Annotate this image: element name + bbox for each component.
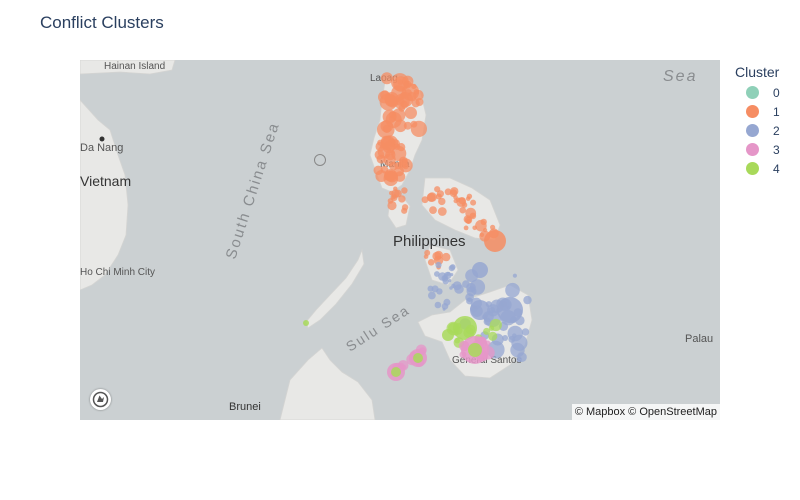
conflict-point xyxy=(410,120,418,128)
conflict-point xyxy=(434,250,444,260)
conflict-point xyxy=(466,286,477,297)
conflict-point xyxy=(427,192,437,202)
conflict-point xyxy=(466,193,473,199)
conflict-point xyxy=(449,264,456,270)
conflict-point xyxy=(378,90,391,104)
conflict-point xyxy=(470,199,477,206)
conflict-point xyxy=(490,224,496,230)
conflict-point xyxy=(434,301,442,309)
conflict-point xyxy=(421,196,429,204)
label-brunei: Brunei xyxy=(229,401,261,413)
conflict-point xyxy=(374,150,385,160)
conflict-point xyxy=(455,197,461,203)
conflict-point xyxy=(411,83,417,90)
city-dot xyxy=(99,136,105,142)
legend-title: Cluster xyxy=(735,64,780,80)
conflict-point xyxy=(442,278,449,285)
conflict-point xyxy=(394,189,402,198)
conflict-point xyxy=(523,295,532,305)
legend-item-2[interactable]: 2 xyxy=(735,121,780,140)
map[interactable]: Hainan Island Da Nang Vietnam Ho Chi Min… xyxy=(80,60,720,420)
legend-label: 2 xyxy=(773,123,780,138)
label-hainan: Hainan Island xyxy=(104,61,165,72)
conflict-point xyxy=(442,252,451,262)
conflict-point xyxy=(452,281,462,291)
conflict-point xyxy=(423,254,429,259)
conflict-point xyxy=(479,232,485,237)
map-canvas[interactable]: Hainan Island Da Nang Vietnam Ho Chi Min… xyxy=(80,60,720,420)
conflict-point xyxy=(442,329,454,341)
conflict-point xyxy=(387,198,394,204)
legend-marker xyxy=(746,86,759,99)
conflict-point xyxy=(436,190,444,198)
legend-label: 1 xyxy=(773,104,780,119)
conflict-point xyxy=(489,318,502,332)
conflict-point xyxy=(438,197,446,206)
conflict-point xyxy=(303,320,309,326)
conflict-point xyxy=(468,343,482,357)
conflict-point xyxy=(401,187,408,194)
conflict-point xyxy=(413,89,419,95)
legend-label: 4 xyxy=(773,161,780,176)
conflict-point xyxy=(444,273,448,278)
legend-label: 3 xyxy=(773,142,780,157)
conflict-point xyxy=(470,300,490,320)
label-philippines: Philippines xyxy=(393,233,466,250)
mapbox-logo-icon[interactable] xyxy=(90,389,111,410)
conflict-point xyxy=(429,206,437,215)
map-attribution[interactable]: © Mapbox © OpenStreetMap xyxy=(571,404,720,420)
conflict-point xyxy=(459,206,467,214)
conflict-point xyxy=(484,230,506,252)
conflict-point xyxy=(467,297,472,302)
legend: Cluster 0 1 2 3 4 xyxy=(735,64,780,178)
conflict-point xyxy=(511,334,528,351)
conflict-point xyxy=(382,109,397,124)
legend-marker xyxy=(746,143,759,156)
label-hcmc: Ho Chi Minh City xyxy=(80,267,155,278)
conflict-point xyxy=(517,352,527,363)
chart-title: Conflict Clusters xyxy=(40,13,164,32)
legend-item-3[interactable]: 3 xyxy=(735,140,780,159)
legend-item-1[interactable]: 1 xyxy=(735,102,780,121)
legend-marker xyxy=(746,162,759,175)
conflict-point xyxy=(391,367,401,377)
conflict-point xyxy=(497,297,523,323)
conflict-point xyxy=(521,328,530,336)
conflict-point xyxy=(512,273,517,278)
label-palau: Palau xyxy=(685,333,713,345)
conflict-point xyxy=(443,298,451,306)
conflict-point xyxy=(389,190,394,196)
conflict-point xyxy=(428,291,436,300)
conflict-point xyxy=(442,307,446,311)
conflict-point xyxy=(401,204,409,211)
legend-marker xyxy=(746,105,759,118)
conflict-point xyxy=(475,219,487,232)
conflict-point xyxy=(449,286,453,290)
legend-item-4[interactable]: 4 xyxy=(735,159,780,178)
label-danang: Da Nang xyxy=(80,142,123,154)
conflict-point xyxy=(505,282,520,298)
conflict-point xyxy=(435,261,442,269)
conflict-point xyxy=(436,288,443,295)
label-vietnam: Vietnam xyxy=(80,173,131,189)
legend-label: 0 xyxy=(773,85,780,100)
conflict-point xyxy=(427,259,435,266)
conflict-point xyxy=(413,353,423,363)
conflict-point xyxy=(463,225,469,231)
conflict-point xyxy=(384,170,396,182)
label-sea: Sea xyxy=(663,68,697,85)
conflict-point xyxy=(397,143,406,152)
conflict-point xyxy=(393,76,409,92)
conflict-point xyxy=(375,141,386,152)
legend-marker xyxy=(746,124,759,137)
conflict-point xyxy=(437,207,447,216)
conflict-point xyxy=(449,189,458,197)
legend-item-0[interactable]: 0 xyxy=(735,83,780,102)
conflict-point xyxy=(399,159,408,169)
conflict-point xyxy=(404,106,417,119)
conflict-point xyxy=(466,219,471,224)
conflict-point xyxy=(403,121,412,130)
conflict-point xyxy=(472,262,488,278)
conflict-point xyxy=(380,72,393,85)
